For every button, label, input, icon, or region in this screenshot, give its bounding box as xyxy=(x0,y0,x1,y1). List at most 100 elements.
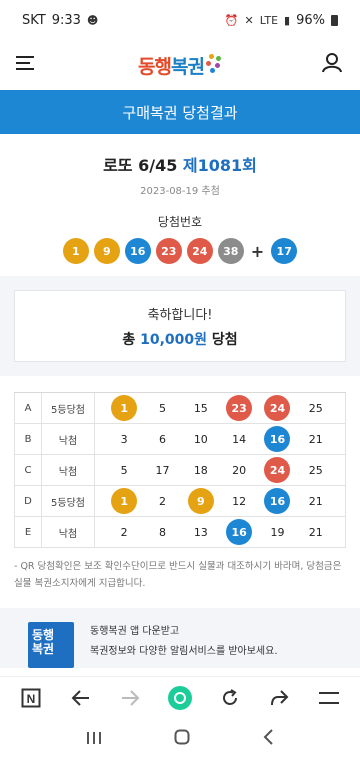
browser-toolbar: N xyxy=(0,676,360,718)
recents-icon[interactable] xyxy=(86,729,102,750)
row-result: 낙첨 xyxy=(42,424,95,454)
bonus-plus-sign: + xyxy=(250,241,265,261)
row-label: E xyxy=(15,517,42,547)
row-label: B xyxy=(15,424,42,454)
ticket-number: 25 xyxy=(308,463,323,477)
alarm-icon: ⏰ xyxy=(224,13,239,27)
svg-text:N: N xyxy=(27,692,36,706)
tab-icon[interactable]: N xyxy=(16,683,46,713)
ticket-number: 2 xyxy=(158,494,166,508)
notice-text: - QR 당첨확인은 보조 확인수단이므로 반드시 실물과 대조하시기 바라며,… xyxy=(14,561,342,589)
winning-ball: 9 xyxy=(93,238,120,264)
winning-ball: 38 xyxy=(217,238,244,264)
ticket-number: 5 xyxy=(120,463,128,477)
prize-prefix: 총 xyxy=(122,331,136,348)
ticket-row: E 낙첨 2 8 13 16 19 21 xyxy=(14,517,346,548)
page-title-bar: 구매복권 당첨결과 xyxy=(0,90,360,134)
ticket-number: 21 xyxy=(308,432,323,446)
home-button-icon[interactable] xyxy=(174,729,190,750)
clock: 9:33 xyxy=(51,12,81,28)
winning-numbers-label: 당첨번호 xyxy=(157,215,203,229)
battery-level: 96% xyxy=(296,12,325,28)
menu-icon[interactable] xyxy=(314,683,344,713)
ticket-number: 20 xyxy=(232,463,247,477)
refresh-icon[interactable] xyxy=(215,683,245,713)
prize-amount: 10,000원 xyxy=(140,331,208,348)
prize-suffix: 당첨 xyxy=(211,331,238,348)
row-result: 낙첨 xyxy=(42,517,95,547)
row-numbers: 2 8 13 16 19 21 xyxy=(95,519,345,545)
share-icon[interactable] xyxy=(264,683,294,713)
matched-number: 9 xyxy=(187,488,214,514)
ticket-number: 15 xyxy=(193,401,208,415)
winning-ball: 16 xyxy=(124,238,151,264)
forward-icon[interactable] xyxy=(115,683,145,713)
promo-line-1: 동행복권 앱 다운받고 xyxy=(90,626,180,637)
mute-icon: ✕ xyxy=(244,13,254,27)
draw-date: 2023-08-19 추첨 xyxy=(140,186,220,197)
prize-section: 축하합니다! 총 10,000원 당첨 xyxy=(0,276,360,376)
ticket-number: 12 xyxy=(232,494,247,508)
home-icon[interactable] xyxy=(165,683,195,713)
matched-number: 16 xyxy=(264,426,291,452)
ticket-number: 25 xyxy=(308,401,323,415)
row-result: 5등당첨 xyxy=(42,486,95,516)
ticket-number: 8 xyxy=(158,525,166,539)
matched-number: 23 xyxy=(226,395,253,421)
promo-line-2: 복권정보와 다양한 알림서비스를 받아보세요. xyxy=(90,646,278,657)
row-label: C xyxy=(15,455,42,485)
promo-text: 동행복권 앱 다운받고 복권정보와 다양한 알림서비스를 받아보세요. xyxy=(90,622,278,668)
ticket-number: 6 xyxy=(158,432,166,446)
app-logo-icon: 동행 복권 xyxy=(28,622,74,668)
back-icon[interactable] xyxy=(66,683,96,713)
notification-icon: ☻ xyxy=(86,13,99,27)
row-result: 낙첨 xyxy=(42,455,95,485)
signal-icon: ▮ xyxy=(284,13,291,27)
ticket-row: B 낙첨 3 6 10 14 16 21 xyxy=(14,424,346,455)
ticket-row: D 5등당첨 1 2 9 12 16 21 xyxy=(14,486,346,517)
bonus-ball: 17 xyxy=(271,238,298,264)
game-title: 로또 6/45 제1081회 xyxy=(0,152,360,176)
ticket-row: A 5등당첨 1 5 15 23 24 25 xyxy=(14,393,346,424)
status-bar: SKT 9:33 ☻ ⏰ ✕ LTE ▮ 96% xyxy=(0,0,360,40)
ticket-number: 13 xyxy=(193,525,208,539)
ticket-row: C 낙첨 5 17 18 20 24 25 xyxy=(14,455,346,486)
matched-number: 1 xyxy=(111,488,138,514)
winning-ball: 1 xyxy=(62,238,89,264)
carrier-label: SKT xyxy=(22,12,46,28)
logo-text-2: 복권 xyxy=(171,55,205,78)
logo-burst-icon xyxy=(205,54,222,76)
page-title: 구매복권 당첨결과 xyxy=(122,103,238,122)
ticket-number: 18 xyxy=(193,463,208,477)
site-header: 동행복권 xyxy=(0,40,360,90)
ticket-number: 3 xyxy=(120,432,128,446)
row-label: D xyxy=(15,486,42,516)
congrats-text: 축하합니다! xyxy=(147,307,213,323)
row-numbers: 1 2 9 12 16 21 xyxy=(95,488,345,514)
matched-number: 24 xyxy=(264,457,291,483)
user-icon[interactable] xyxy=(322,53,344,77)
matched-number: 16 xyxy=(264,488,291,514)
ticket-number: 19 xyxy=(270,525,285,539)
logo-text-1: 동행 xyxy=(138,55,172,78)
row-numbers: 5 17 18 20 24 25 xyxy=(95,457,345,483)
battery-icon xyxy=(331,14,338,26)
network-label: LTE xyxy=(259,13,279,27)
site-logo[interactable]: 동행복권 xyxy=(138,52,222,79)
matched-number: 16 xyxy=(226,519,253,545)
row-result: 5등당첨 xyxy=(42,393,95,423)
ticket-number: 10 xyxy=(193,432,208,446)
winning-numbers: 1 9 16 23 24 38 +17 xyxy=(0,238,360,264)
ticket-number: 2 xyxy=(120,525,128,539)
row-numbers: 1 5 15 23 24 25 xyxy=(95,395,345,421)
prize-box: 축하합니다! 총 10,000원 당첨 xyxy=(14,290,346,362)
ticket-number: 17 xyxy=(155,463,170,477)
hamburger-icon[interactable] xyxy=(16,55,38,75)
row-label: A xyxy=(15,393,42,423)
app-promo-banner[interactable]: 동행 복권 동행복권 앱 다운받고 복권정보와 다양한 알림서비스를 받아보세요… xyxy=(0,608,360,668)
game-name: 로또 6/45 xyxy=(103,156,178,175)
draw-result: 로또 6/45 제1081회 2023-08-19 추첨 당첨번호 1 9 16 23… xyxy=(0,134,360,264)
back-button-icon[interactable] xyxy=(262,728,274,750)
ticket-number: 21 xyxy=(308,525,323,539)
ticket-number: 14 xyxy=(232,432,247,446)
